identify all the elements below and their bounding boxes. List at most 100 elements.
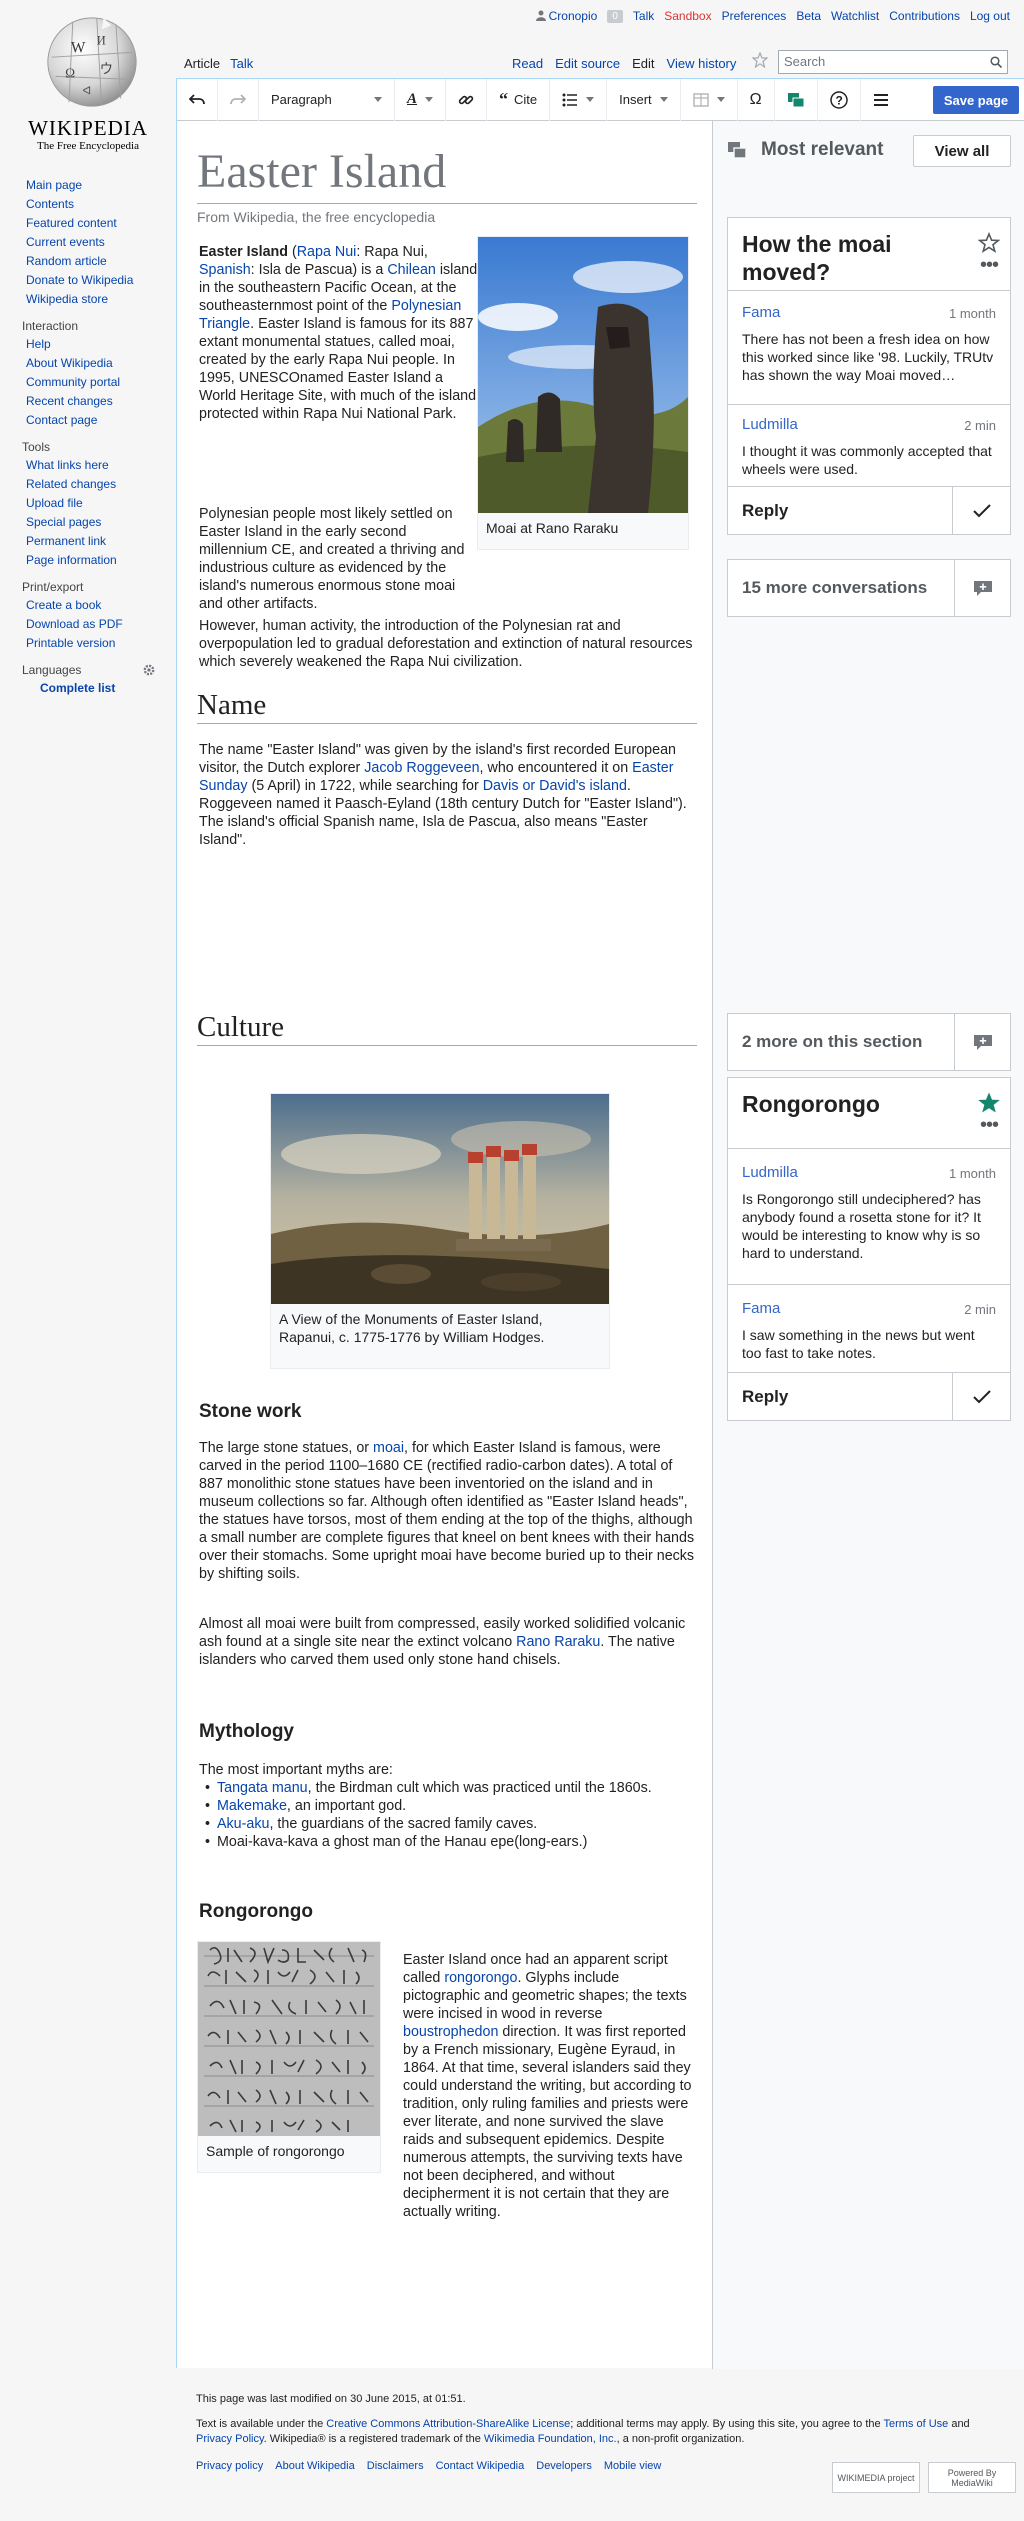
intro-paragraph-3[interactable]: However, human activity, the introductio…: [199, 617, 697, 671]
intro-paragraph-2[interactable]: Polynesian people most likely settled on…: [199, 505, 471, 613]
footer-link-privacy[interactable]: Privacy policy: [196, 2459, 263, 2474]
sidebar-item-help[interactable]: Help: [0, 335, 176, 354]
text-style-dropdown[interactable]: A: [395, 78, 447, 121]
page-title[interactable]: Easter Island: [197, 141, 697, 204]
resolve-button[interactable]: [952, 486, 1010, 534]
watch-star-icon[interactable]: [752, 52, 768, 68]
search-input[interactable]: Search: [778, 50, 1008, 74]
stone-work-paragraph-1[interactable]: The large stone statues, or moai, for wh…: [199, 1439, 697, 1583]
sidebar-item-featured-content[interactable]: Featured content: [0, 214, 176, 233]
redo-button[interactable]: [218, 78, 259, 121]
link-jacob-roggeveen[interactable]: Jacob Roggeveen: [364, 760, 479, 776]
section-heading-rongorongo[interactable]: Rongorongo: [199, 1901, 313, 1923]
footer-link-contact[interactable]: Contact Wikipedia: [436, 2459, 525, 2474]
section-heading-stone-work[interactable]: Stone work: [199, 1401, 301, 1423]
sidebar-item-current-events[interactable]: Current events: [0, 233, 176, 252]
footer-link-disclaimers[interactable]: Disclaimers: [367, 2459, 424, 2474]
sidebar-item-permanent-link[interactable]: Permanent link: [0, 532, 176, 551]
image-moai-thumbnail[interactable]: Moai at Rano Raraku: [477, 236, 689, 550]
tab-edit[interactable]: Edit: [632, 56, 654, 71]
sidebar-item-related-changes[interactable]: Related changes: [0, 475, 176, 494]
tab-edit-source[interactable]: Edit source: [555, 56, 620, 71]
link-makemake[interactable]: Makemake: [217, 1798, 287, 1814]
link-wikimedia-foundation[interactable]: Wikimedia Foundation, Inc.: [484, 2433, 617, 2445]
sidebar-item-printable-version[interactable]: Printable version: [0, 634, 176, 653]
rongorongo-paragraph[interactable]: Easter Island once had an apparent scrip…: [403, 1951, 693, 2221]
image-rongorongo-thumbnail[interactable]: Sample of rongorongo: [197, 1941, 381, 2173]
link-rongorongo[interactable]: rongorongo: [444, 1970, 517, 1986]
footer-link-about[interactable]: About Wikipedia: [275, 2459, 355, 2474]
sidebar-item-complete-list[interactable]: Complete list: [0, 679, 176, 698]
powered-by-mediawiki-badge[interactable]: Powered By MediaWiki: [928, 2462, 1016, 2493]
link-davis-island[interactable]: Davis or David's island: [483, 778, 627, 794]
gear-icon[interactable]: [142, 663, 156, 677]
link-aku-aku[interactable]: Aku-aku: [217, 1816, 269, 1832]
wikimedia-project-badge[interactable]: WIKIMEDIA project: [832, 2462, 920, 2493]
help-button[interactable]: ?: [818, 78, 861, 121]
link-boustrophedon[interactable]: boustrophedon: [403, 2024, 498, 2040]
tab-view-history[interactable]: View history: [667, 56, 737, 71]
logout-link[interactable]: Log out: [970, 9, 1010, 23]
tab-article[interactable]: Article: [184, 52, 220, 78]
more-conversations-card[interactable]: 15 more conversations: [727, 559, 1011, 617]
link-cc-license[interactable]: Creative Commons Attribution-ShareAlike …: [326, 2418, 570, 2430]
notifications-badge[interactable]: 0: [607, 9, 623, 23]
sidebar-item-page-information[interactable]: Page information: [0, 551, 176, 570]
list-dropdown[interactable]: [550, 78, 608, 121]
star-icon[interactable]: [978, 232, 1000, 254]
menu-button[interactable]: [861, 79, 901, 121]
talk-link[interactable]: Talk: [633, 9, 654, 23]
link-terms-of-use[interactable]: Terms of Use: [883, 2418, 948, 2430]
link-chilean[interactable]: Chilean: [387, 262, 435, 278]
footer-link-developers[interactable]: Developers: [536, 2459, 592, 2474]
intro-paragraph[interactable]: Easter Island (Rapa Nui: Rapa Nui, Spani…: [199, 243, 479, 423]
cite-button[interactable]: “ Cite: [487, 78, 551, 121]
post-author[interactable]: Ludmilla: [742, 416, 798, 433]
topic-title[interactable]: Rongorongo: [742, 1090, 972, 1118]
tab-read[interactable]: Read: [512, 56, 543, 71]
more-on-section-card[interactable]: 2 more on this section: [727, 1013, 1011, 1071]
sidebar-item-create-book[interactable]: Create a book: [0, 596, 176, 615]
link-moai[interactable]: moai: [373, 1440, 404, 1456]
tab-talk[interactable]: Talk: [230, 52, 253, 78]
sidebar-item-contents[interactable]: Contents: [0, 195, 176, 214]
sidebar-item-about[interactable]: About Wikipedia: [0, 354, 176, 373]
new-topic-button[interactable]: [954, 1014, 1010, 1070]
section-heading-name[interactable]: Name: [197, 687, 697, 724]
topic-title[interactable]: How the moai moved?: [742, 230, 972, 286]
search-icon[interactable]: [990, 56, 1002, 68]
special-character-button[interactable]: Ω: [738, 78, 775, 121]
contributions-link[interactable]: Contributions: [889, 9, 960, 23]
link-rano-raraku[interactable]: Rano Raraku: [516, 1634, 600, 1650]
user-link[interactable]: Cronopio: [535, 9, 597, 23]
sidebar-item-what-links-here[interactable]: What links here: [0, 456, 176, 475]
wikipedia-logo[interactable]: W И Ω ウ ᐊ WIKIPEDIA The Free Encyclopedi…: [0, 0, 176, 160]
view-all-button[interactable]: View all: [913, 135, 1011, 167]
more-options-icon[interactable]: •••: [980, 1114, 999, 1137]
resolve-button[interactable]: [952, 1372, 1010, 1420]
link-spanish[interactable]: Spanish: [199, 262, 251, 278]
link-button[interactable]: [446, 78, 488, 121]
link-tangata-manu[interactable]: Tangata manu: [217, 1780, 308, 1796]
sidebar-item-random-article[interactable]: Random article: [0, 252, 176, 271]
sidebar-item-download-pdf[interactable]: Download as PDF: [0, 615, 176, 634]
preferences-link[interactable]: Preferences: [722, 9, 787, 23]
save-page-button[interactable]: Save page: [933, 86, 1019, 114]
star-icon[interactable]: [978, 1092, 1000, 1114]
more-options-icon[interactable]: •••: [980, 254, 999, 277]
format-dropdown[interactable]: Paragraph: [259, 78, 395, 121]
name-paragraph[interactable]: The name "Easter Island" was given by th…: [199, 741, 697, 849]
sidebar-item-upload-file[interactable]: Upload file: [0, 494, 176, 513]
watchlist-link[interactable]: Watchlist: [831, 9, 879, 23]
insert-dropdown[interactable]: Insert: [607, 78, 681, 121]
new-topic-button[interactable]: [954, 560, 1010, 616]
link-rapa-nui[interactable]: Rapa Nui: [297, 244, 357, 260]
reply-button[interactable]: Reply: [728, 1372, 952, 1420]
footer-link-mobile-view[interactable]: Mobile view: [604, 2459, 661, 2474]
table-dropdown[interactable]: [681, 78, 738, 121]
section-heading-culture[interactable]: Culture: [197, 1009, 697, 1046]
sidebar-item-store[interactable]: Wikipedia store: [0, 290, 176, 309]
sidebar-item-contact-page[interactable]: Contact page: [0, 411, 176, 430]
image-monuments-thumbnail[interactable]: A View of the Monuments of Easter Island…: [270, 1093, 610, 1369]
undo-button[interactable]: [177, 78, 218, 121]
